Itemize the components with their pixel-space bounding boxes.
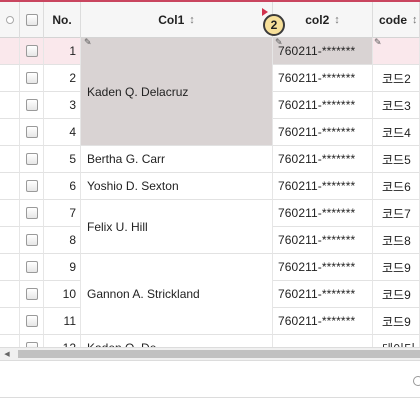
row-checkbox-cell [20,254,44,281]
row-checkbox-cell [20,308,44,335]
header-col2-label: col2 [305,13,330,27]
row-checkbox[interactable] [25,234,38,246]
data-grid: No. Col1 ↕ col2 ↕ code ↕ 2 1 760211-*****… [0,0,420,402]
row-checkbox-cell [20,227,44,254]
horizontal-scrollbar[interactable]: ◀ [0,347,420,360]
row-status-cell [0,200,20,227]
row-checkbox-cell [20,146,44,173]
code-cell[interactable]: 코드7 [373,200,420,227]
row-status-cell [0,65,20,92]
sort-icon[interactable]: ↕ [334,14,340,26]
select-all-checkbox[interactable] [25,14,38,26]
row-checkbox-cell [20,38,44,65]
col1-merged-cell[interactable]: Bertha G. Carr [81,146,273,173]
header-col1[interactable]: Col1 ↕ [81,2,273,38]
col2-cell[interactable]: 760211-******* [273,38,373,65]
col1-merged-cell[interactable]: Kaden Q. Delacruz [81,38,273,146]
col2-cell[interactable]: 760211-******* [273,227,373,254]
col2-cell[interactable]: 760211-******* [273,173,373,200]
pencil-icon: ✎ [374,37,382,47]
col2-cell[interactable]: 760211-******* [273,281,373,308]
col2-cell[interactable]: 760211-******* [273,119,373,146]
header-status-icon [5,16,14,24]
header-no-label: No. [52,13,72,27]
col2-cell[interactable]: 760211-******* [273,200,373,227]
step-badge: 2 [263,14,285,36]
row-number: 2 [44,65,81,92]
code-cell[interactable]: 코드3 [373,92,420,119]
row-checkbox[interactable] [25,180,38,192]
code-cell[interactable]: 코드9 [373,308,420,335]
row-status-cell [0,92,20,119]
row-number: 6 [44,173,81,200]
grid-footer [0,360,420,398]
code-cell[interactable]: 코드8 [373,227,420,254]
row-status-cell [0,119,20,146]
col2-cell[interactable]: 760211-******* [273,254,373,281]
row-status-cell [0,146,20,173]
row-status-cell [0,308,20,335]
row-checkbox[interactable] [25,207,38,219]
col2-cell[interactable]: 760211-******* [273,308,373,335]
row-number: 9 [44,254,81,281]
col2-cell[interactable]: 760211-******* [273,146,373,173]
header-code-label: code [379,13,408,27]
row-checkbox[interactable] [25,126,38,138]
row-checkbox-cell [20,281,44,308]
row-checkbox[interactable] [25,153,38,165]
col1-merged-cell[interactable]: Gannon A. Strickland [81,254,273,335]
row-checkbox-cell [20,92,44,119]
code-cell[interactable]: 코드2 [373,65,420,92]
row-number: 5 [44,146,81,173]
row-checkbox[interactable] [25,99,38,111]
row-checkbox-cell [20,65,44,92]
row-checkbox[interactable] [25,72,38,84]
row-checkbox[interactable] [25,261,38,273]
row-checkbox[interactable] [25,315,38,327]
row-checkbox-cell [20,173,44,200]
row-status-cell [0,227,20,254]
code-cell[interactable]: 코드6 [373,173,420,200]
pencil-icon: ✎ [84,37,92,47]
row-number: 3 [44,92,81,119]
row-status-cell [0,281,20,308]
row-status-cell [0,173,20,200]
col1-merged-cell[interactable]: Yoshio D. Sexton [81,173,273,200]
row-status-cell [0,254,20,281]
row-checkbox-cell [20,119,44,146]
row-status-cell [0,38,20,65]
grid-header: No. Col1 ↕ col2 ↕ code ↕ 2 [0,0,420,38]
row-number: 8 [44,227,81,254]
col1-merged-cell[interactable]: Felix U. Hill [81,200,273,254]
header-col2[interactable]: col2 ↕ [273,2,373,38]
sort-icon[interactable]: ↕ [189,14,195,26]
footer-circle-icon[interactable] [413,376,420,386]
chevron-left-icon[interactable]: ◀ [0,348,14,360]
row-checkbox[interactable] [25,45,38,57]
row-number: 4 [44,119,81,146]
header-code[interactable]: code ↕ [373,2,420,38]
row-number: 11 [44,308,81,335]
row-number: 7 [44,200,81,227]
code-cell[interactable]: 코드9 [373,281,420,308]
col2-cell[interactable]: 760211-******* [273,92,373,119]
row-number: 10 [44,281,81,308]
row-checkbox-cell [20,200,44,227]
row-number: 1 [44,38,81,65]
header-status-cell [0,2,20,38]
pencil-icon: ✎ [275,37,283,47]
header-no[interactable]: No. [44,2,81,38]
code-cell[interactable]: 코드5 [373,146,420,173]
col2-cell[interactable]: 760211-******* [273,65,373,92]
row-checkbox[interactable] [25,288,38,300]
code-cell[interactable]: 코드4 [373,119,420,146]
scrollbar-thumb[interactable] [18,350,420,358]
sort-icon[interactable]: ↕ [412,14,418,26]
code-cell[interactable]: 코드9 [373,254,420,281]
header-col1-label: Col1 [158,13,185,27]
header-select-all-cell [20,2,44,38]
